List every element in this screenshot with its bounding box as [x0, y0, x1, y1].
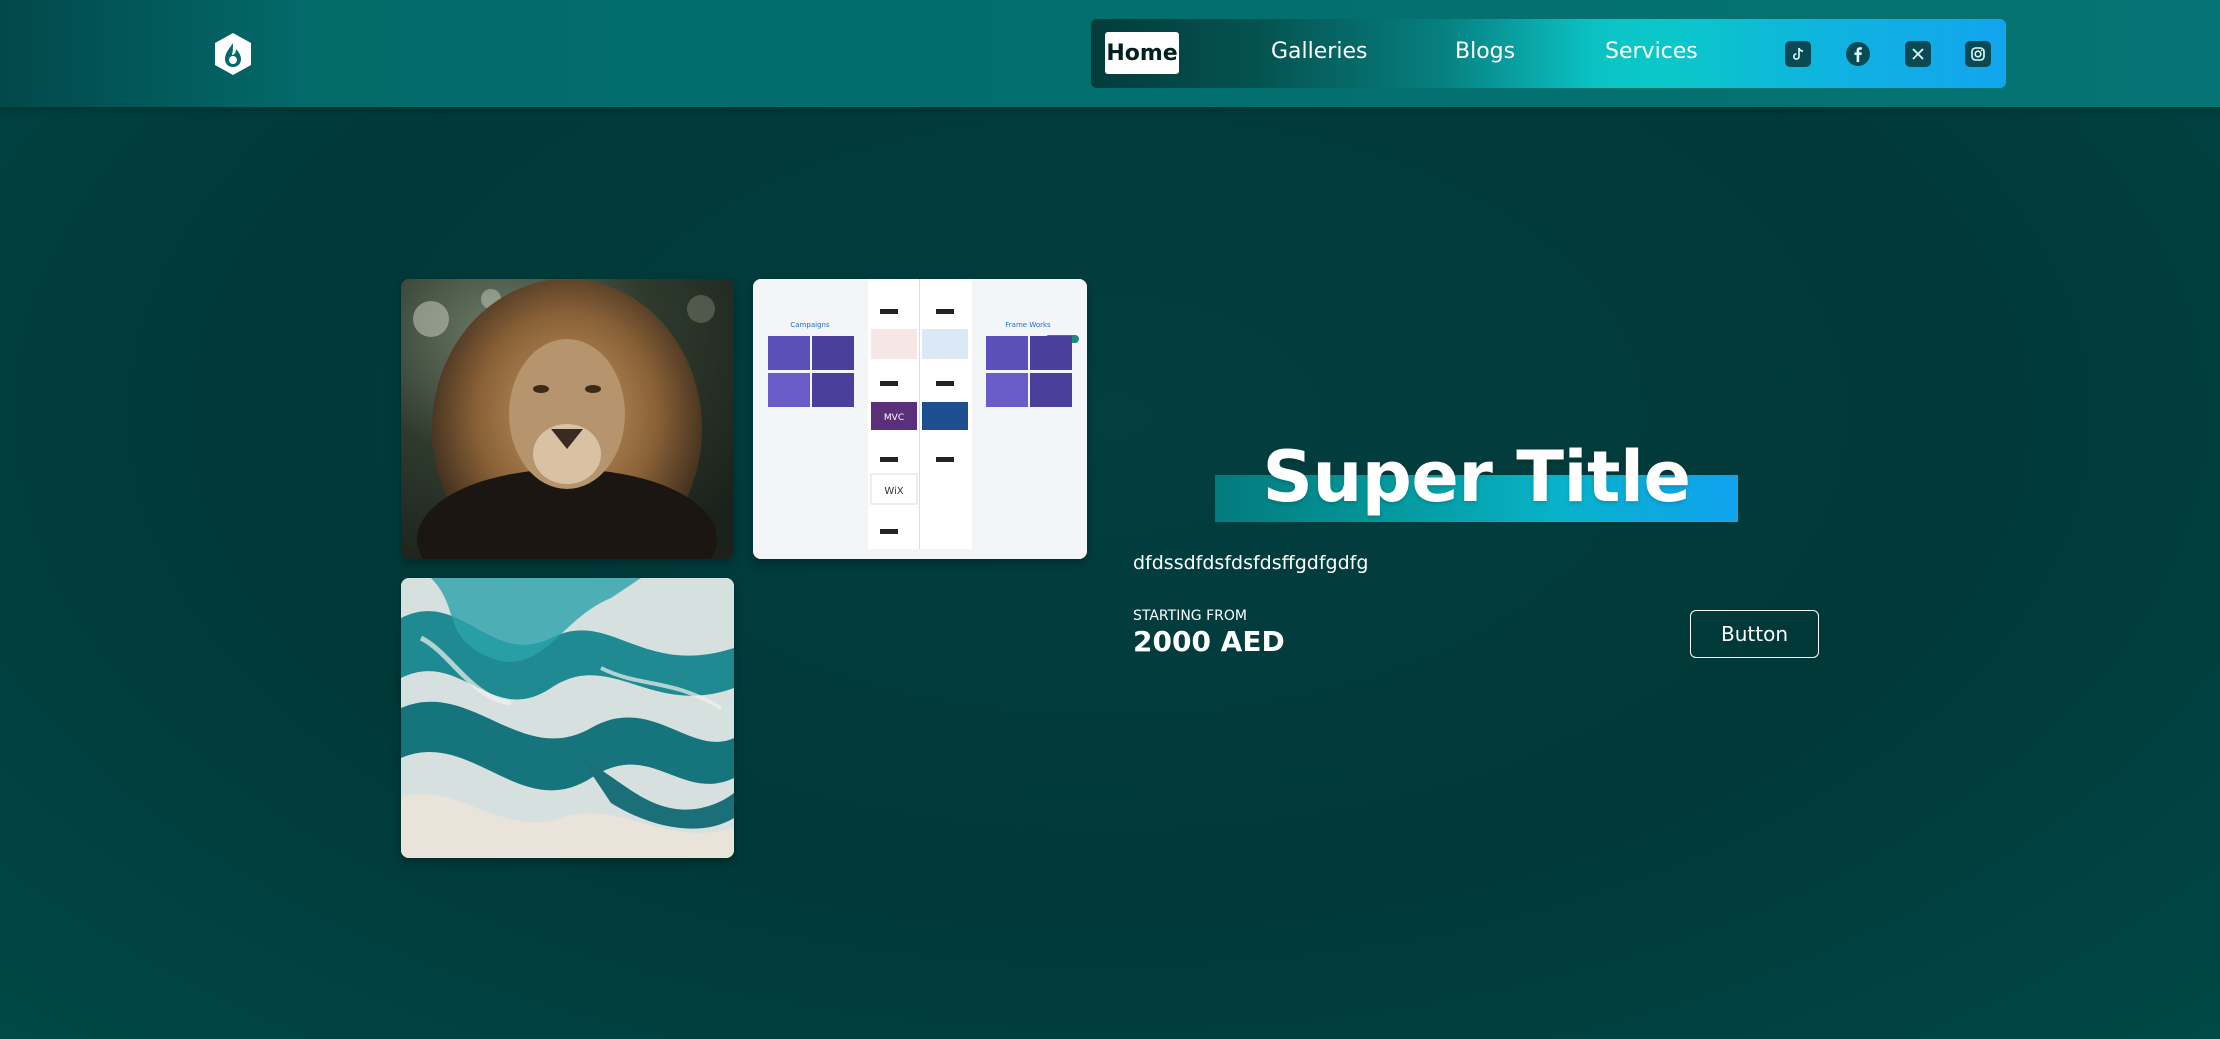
- nav-galleries-link[interactable]: Galleries: [1271, 17, 1367, 86]
- price-label: STARTING FROM: [1133, 608, 1247, 624]
- nav-home-link[interactable]: Home: [1105, 32, 1179, 74]
- facebook-icon[interactable]: [1845, 41, 1871, 67]
- nav-blogs-link[interactable]: Blogs: [1455, 17, 1515, 86]
- x-icon[interactable]: [1905, 41, 1931, 67]
- hero-subtitle: dfdssdfdsfdsfdsffgdfgdfg: [1133, 552, 1369, 574]
- svg-text:Campaigns: Campaigns: [790, 321, 830, 329]
- svg-text:MVC: MVC: [884, 413, 904, 423]
- lion-image[interactable]: [401, 279, 734, 559]
- price-value: 2000 AED: [1133, 625, 1285, 658]
- svg-text:Frame Works: Frame Works: [1005, 321, 1051, 329]
- tiktok-icon[interactable]: [1785, 41, 1811, 67]
- nav-services-link[interactable]: Services: [1605, 17, 1698, 86]
- teal-marble-image[interactable]: [401, 578, 734, 858]
- top-header: Home Galleries Blogs Services: [0, 0, 2220, 107]
- hero-button[interactable]: Button: [1690, 610, 1819, 658]
- svg-text:WiX: WiX: [884, 486, 903, 497]
- main-nav: Home Galleries Blogs Services: [1091, 19, 2006, 88]
- website-screenshot-image[interactable]: Campaigns MVC WiX Frame Works: [753, 279, 1087, 559]
- brand-logo-icon[interactable]: [211, 31, 255, 77]
- hero-title: Super Title: [1262, 436, 1691, 518]
- instagram-icon[interactable]: [1965, 41, 1991, 67]
